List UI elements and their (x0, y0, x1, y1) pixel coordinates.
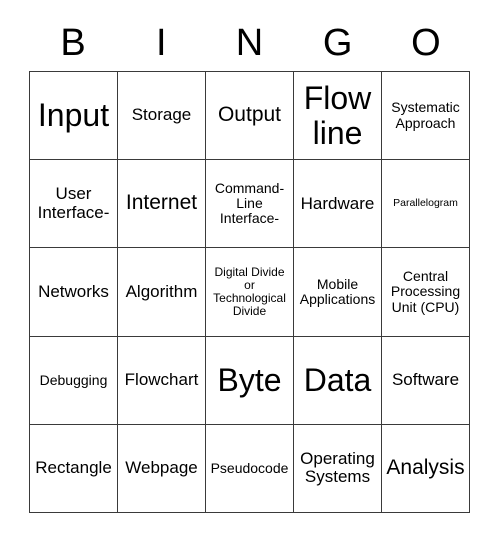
bingo-cell-label: Central Processing Unit (CPU) (390, 268, 461, 315)
bingo-cell-label: Byte (217, 361, 282, 398)
header-letter-i: I (117, 18, 205, 68)
header-letter-n-text: N (235, 22, 264, 64)
bingo-cell[interactable]: Pseudocode (206, 424, 294, 514)
bingo-cell[interactable]: Digital Divide or Technological Divide (206, 248, 294, 337)
bingo-row: User Interface- Internet Command- Line I… (30, 160, 470, 249)
bingo-cell[interactable]: Output (206, 72, 294, 161)
bingo-cell-label: Mobile Applications (299, 275, 376, 307)
bingo-cell[interactable]: Flow line (294, 72, 382, 161)
bingo-cell-label: Hardware (300, 193, 375, 213)
bingo-cell-label: Analysis (386, 456, 465, 480)
bingo-cell-label: Parallelogram (393, 197, 458, 210)
bingo-cell-label: Networks (38, 281, 109, 301)
bingo-cell[interactable]: Software (382, 336, 470, 425)
bingo-cell[interactable]: Data (294, 336, 382, 425)
bingo-cell[interactable]: Debugging (30, 336, 118, 425)
bingo-cell-label: Input (37, 97, 110, 134)
header-letter-n: N (205, 18, 293, 68)
bingo-row: Input Storage Output Flow line Systemati… (30, 72, 470, 161)
header-letter-o: O (382, 18, 470, 68)
bingo-cell-label: Storage (131, 105, 192, 125)
bingo-cell-label: Flowchart (124, 370, 199, 390)
header-letter-b-text: B (60, 22, 86, 64)
bingo-card: B I N G O Input Storage Output Flow line… (0, 0, 500, 544)
header-letter-o-text: O (411, 22, 441, 64)
bingo-grid: Input Storage Output Flow line Systemati… (29, 71, 470, 514)
bingo-cell[interactable]: Operating Systems (294, 424, 382, 514)
bingo-cell[interactable]: User Interface- (30, 160, 118, 249)
bingo-cell[interactable]: Byte (206, 336, 294, 425)
bingo-cell-label: Internet (125, 191, 198, 215)
bingo-cell[interactable]: Command- Line Interface- (206, 160, 294, 249)
bingo-cell[interactable]: Input (30, 72, 118, 161)
bingo-cell[interactable]: Webpage (118, 424, 206, 514)
bingo-cell[interactable]: Analysis (382, 424, 470, 514)
bingo-cell-label: Digital Divide or Technological Divide (213, 265, 286, 318)
bingo-cell-label: Pseudocode (210, 459, 289, 476)
bingo-cell-label: Algorithm (125, 281, 198, 301)
bingo-cell-label: Webpage (125, 458, 198, 478)
bingo-cell-label: User Interface- (37, 184, 110, 222)
bingo-cell-label: Operating Systems (300, 449, 375, 487)
bingo-cell[interactable]: Mobile Applications (294, 248, 382, 337)
bingo-row: Networks Algorithm Digital Divide or Tec… (30, 248, 470, 337)
bingo-cell[interactable]: Parallelogram (382, 160, 470, 249)
bingo-cell[interactable]: Storage (118, 72, 206, 161)
header-letter-g-text: G (322, 22, 353, 64)
bingo-cell[interactable]: Flowchart (118, 336, 206, 425)
bingo-cell-label: Software (391, 370, 460, 390)
bingo-header-row: B I N G O (29, 18, 470, 68)
bingo-cell-label: Systematic Approach (391, 99, 460, 131)
bingo-cell[interactable]: Internet (118, 160, 206, 249)
bingo-row: Rectangle Webpage Pseudocode Operating S… (30, 424, 470, 514)
bingo-cell[interactable]: Hardware (294, 160, 382, 249)
bingo-row: Debugging Flowchart Byte Data Software (30, 336, 470, 425)
bingo-cell[interactable]: Rectangle (30, 424, 118, 514)
bingo-cell-label: Output (217, 103, 282, 127)
bingo-cell[interactable]: Networks (30, 248, 118, 337)
bingo-cell-label: Command- Line Interface- (214, 180, 285, 227)
bingo-cell[interactable]: Systematic Approach (382, 72, 470, 161)
header-letter-i-text: I (156, 22, 167, 64)
bingo-cell[interactable]: Central Processing Unit (CPU) (382, 248, 470, 337)
bingo-cell[interactable]: Algorithm (118, 248, 206, 337)
bingo-cell-label: Flow line (303, 80, 372, 151)
bingo-cell-label: Debugging (39, 371, 108, 388)
header-letter-g: G (294, 18, 382, 68)
header-letter-b: B (29, 18, 117, 68)
bingo-cell-label: Data (303, 361, 372, 398)
bingo-cell-label: Rectangle (35, 458, 112, 478)
